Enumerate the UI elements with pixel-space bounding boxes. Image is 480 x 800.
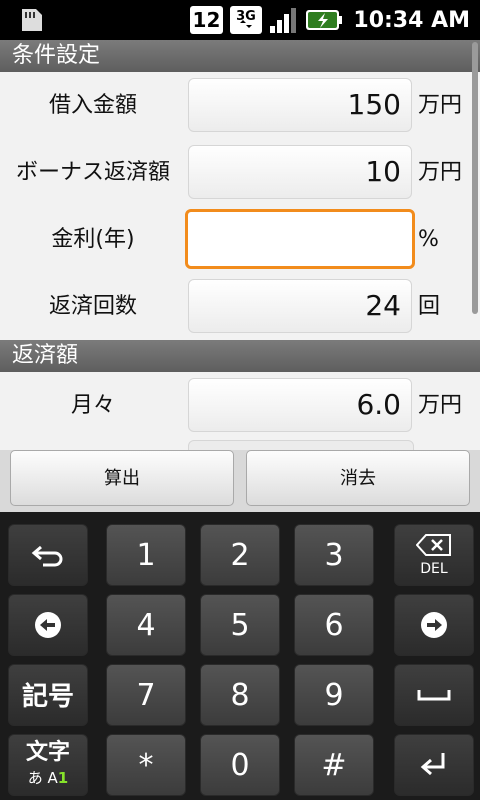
row-interest-rate: 金利(年) %: [0, 206, 480, 273]
monthly-output: 6.0: [188, 378, 412, 432]
repayment-count-input[interactable]: 24: [188, 279, 412, 333]
key-2[interactable]: 2: [200, 524, 280, 586]
row-repayment-count: 返済回数 24 回: [0, 273, 480, 340]
key-8[interactable]: 8: [200, 664, 280, 726]
key-cursor-right[interactable]: [394, 594, 474, 656]
interest-rate-unit: %: [418, 227, 439, 252]
key-7[interactable]: 7: [106, 664, 186, 726]
key-cursor-left[interactable]: [8, 594, 88, 656]
section-header-conditions: 条件設定: [0, 40, 480, 72]
monthly-label: 月々: [70, 393, 115, 418]
key-input-mode[interactable]: 文字 あ A1: [8, 734, 88, 796]
status-clock: 10:34 AM: [353, 7, 470, 33]
bonus-repayment-unit: 万円: [418, 160, 463, 185]
del-label: DEL: [420, 561, 448, 577]
row-loan-amount: 借入金額 150 万円: [0, 72, 480, 139]
repayment-count-unit: 回: [418, 294, 441, 319]
status-bar: 12 3G 10:34 AM: [0, 0, 480, 40]
key-space[interactable]: [394, 664, 474, 726]
key-delete[interactable]: DEL: [394, 524, 474, 586]
network-3g-icon: 3G: [230, 6, 263, 34]
loan-amount-unit: 万円: [418, 93, 463, 118]
next-field-partial: [188, 440, 414, 450]
key-6[interactable]: 6: [294, 594, 374, 656]
input-mode-label: 文字: [25, 740, 70, 765]
input-mode-sublabel: あ A1: [27, 769, 69, 787]
interest-rate-label: 金利(年): [51, 227, 135, 252]
row-monthly: 月々 6.0 万円: [0, 372, 480, 439]
loan-amount-label: 借入金額: [48, 93, 137, 118]
key-3[interactable]: 3: [294, 524, 374, 586]
clear-button[interactable]: 消去: [246, 450, 470, 506]
space-icon: [417, 690, 451, 701]
form-area[interactable]: 条件設定 借入金額 150 万円 ボーナス返済額 10 万円 金利(年) % 返…: [0, 40, 480, 450]
key-asterisk[interactable]: *: [106, 734, 186, 796]
section-header-repayment: 返済額: [0, 340, 480, 372]
network-label: 3G: [237, 9, 257, 24]
battery-charging-icon: [306, 10, 343, 30]
arrow-right-icon: [421, 612, 447, 638]
key-0[interactable]: 0: [200, 734, 280, 796]
notification-count-badge: 12: [189, 6, 224, 34]
arrow-left-icon: [35, 612, 61, 638]
interest-rate-input[interactable]: [185, 209, 415, 269]
return-arrow-icon: [31, 545, 63, 567]
key-1[interactable]: 1: [106, 524, 186, 586]
sd-card-icon: [22, 9, 42, 31]
enter-icon: [420, 753, 445, 776]
key-enter[interactable]: [394, 734, 474, 796]
key-back[interactable]: [8, 524, 88, 586]
backspace-icon: [416, 534, 451, 556]
row-bonus-repayment: ボーナス返済額 10 万円: [0, 139, 480, 206]
bonus-repayment-label: ボーナス返済額: [15, 160, 170, 185]
key-9[interactable]: 9: [294, 664, 374, 726]
repayment-count-label: 返済回数: [48, 294, 137, 319]
action-bar: 算出 消去: [0, 450, 480, 512]
key-symbol[interactable]: 記号: [8, 664, 88, 726]
numeric-keyboard: 1 2 3 DEL 4 5 6 記号 7 8 9 文字 あ A1 * 0 #: [0, 512, 480, 800]
monthly-unit: 万円: [418, 393, 463, 418]
key-hash[interactable]: #: [294, 734, 374, 796]
bonus-repayment-input[interactable]: 10: [188, 145, 412, 199]
calculate-button[interactable]: 算出: [10, 450, 234, 506]
key-5[interactable]: 5: [200, 594, 280, 656]
loan-amount-input[interactable]: 150: [188, 78, 412, 132]
signal-strength-icon: [270, 8, 297, 33]
key-4[interactable]: 4: [106, 594, 186, 656]
symbol-label: 記号: [21, 682, 74, 712]
